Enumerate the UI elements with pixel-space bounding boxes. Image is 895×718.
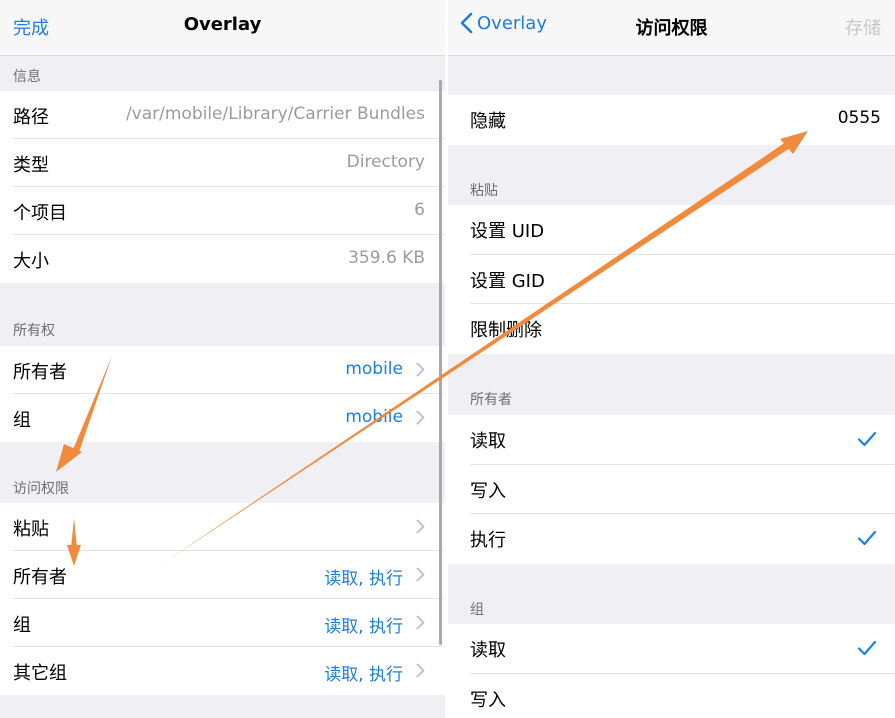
row-label: 读取 xyxy=(470,431,506,452)
section-header-group: 组 xyxy=(470,602,484,618)
row-label: 执行 xyxy=(470,530,506,551)
info-row-path: 路径 /var/mobile/Library/Carrier Bundles xyxy=(0,91,445,139)
page-title: 访问权限 xyxy=(635,18,708,39)
owner-row[interactable]: 所有者 mobile xyxy=(0,346,445,394)
row-label: 粘贴 xyxy=(13,519,49,540)
row-label: 写入 xyxy=(470,480,506,502)
row-label: 类型 xyxy=(13,155,49,176)
row-value: 359.6 KB xyxy=(348,248,425,268)
row-value: 6 xyxy=(414,200,425,220)
row-value: /var/mobile/Library/Carrier Bundles xyxy=(125,104,425,124)
owner-read-row[interactable]: 读取 xyxy=(448,415,895,465)
chevron-right-icon xyxy=(416,567,425,582)
group-write-row[interactable]: 写入 xyxy=(448,674,895,718)
file-info-pane: 完成 Overlay 信息 路径 /var/mobile/Library/Car… xyxy=(0,0,445,718)
hidden-group: 隐藏 0555 xyxy=(448,95,895,145)
access-group: 粘贴 所有者 读取, 执行 组 读取, 执行 其它组 读取, 执行 xyxy=(0,503,445,695)
row-label: 所有者 xyxy=(13,567,67,588)
owner-permission-group: 读取 写入 执行 xyxy=(448,415,895,564)
ownership-group: 所有者 mobile 组 mobile xyxy=(0,346,445,442)
row-label: 组 xyxy=(13,615,31,636)
chevron-right-icon xyxy=(416,615,425,630)
checkmark-icon xyxy=(857,640,877,656)
access-permissions-pane: Overlay 访问权限 存储 隐藏 0555 粘贴 设置 UID 设置 GID… xyxy=(448,0,895,718)
scrollbar[interactable] xyxy=(439,80,442,645)
checkmark-icon xyxy=(857,431,877,447)
row-value: mobile xyxy=(345,407,403,427)
setuid-row[interactable]: 设置 UID xyxy=(448,205,895,255)
access-row-owner[interactable]: 所有者 读取, 执行 xyxy=(0,551,445,599)
group-permission-group: 读取 写入 xyxy=(448,624,895,718)
group-row[interactable]: 组 mobile xyxy=(0,394,445,442)
nav-bar: 完成 Overlay xyxy=(0,0,445,56)
row-label: 读取 xyxy=(470,640,506,661)
row-label: 大小 xyxy=(13,251,49,272)
chevron-right-icon xyxy=(416,410,425,425)
section-header-sticky: 粘贴 xyxy=(470,183,498,199)
section-header-owner: 所有者 xyxy=(470,392,512,408)
permission-octal-value: 0555 xyxy=(837,108,881,128)
row-label: 个项目 xyxy=(13,203,67,224)
row-value: 读取, 执行 xyxy=(324,569,403,589)
owner-write-row[interactable]: 写入 xyxy=(448,465,895,515)
row-label: 设置 GID xyxy=(470,270,545,292)
row-label: 隐藏 xyxy=(470,111,506,132)
row-value: 读取, 执行 xyxy=(324,665,403,685)
chevron-right-icon xyxy=(416,663,425,678)
group-read-row[interactable]: 读取 xyxy=(448,624,895,674)
row-label: 写入 xyxy=(470,689,506,711)
save-button[interactable]: 存储 xyxy=(845,14,881,40)
section-header-ownership: 所有权 xyxy=(13,323,55,339)
chevron-right-icon xyxy=(416,519,425,534)
page-title: Overlay xyxy=(183,14,262,35)
row-label: 所有者 xyxy=(13,362,67,383)
row-label: 其它组 xyxy=(13,663,67,684)
access-row-sticky[interactable]: 粘贴 xyxy=(0,503,445,551)
row-label: 路径 xyxy=(13,107,49,128)
setgid-row[interactable]: 设置 GID xyxy=(448,255,895,305)
row-label: 组 xyxy=(13,410,31,431)
nav-bar: Overlay 访问权限 存储 xyxy=(448,0,895,56)
section-header-info: 信息 xyxy=(13,69,41,85)
hidden-row: 隐藏 0555 xyxy=(448,95,895,145)
row-label: 限制删除 xyxy=(470,320,542,341)
sticky-group: 设置 UID 设置 GID 限制删除 xyxy=(448,205,895,354)
section-header-access: 访问权限 xyxy=(13,481,69,497)
access-row-others[interactable]: 其它组 读取, 执行 xyxy=(0,647,445,695)
row-value: mobile xyxy=(345,359,403,379)
row-label: 设置 UID xyxy=(470,221,545,242)
info-row-type: 类型 Directory xyxy=(0,139,445,187)
info-group: 路径 /var/mobile/Library/Carrier Bundles 类… xyxy=(0,91,445,283)
row-value: Directory xyxy=(346,152,425,172)
info-row-size: 大小 359.6 KB xyxy=(0,235,445,283)
checkmark-icon xyxy=(857,530,877,546)
access-row-group[interactable]: 组 读取, 执行 xyxy=(0,599,445,647)
row-value: 读取, 执行 xyxy=(324,617,403,637)
restricted-delete-row[interactable]: 限制删除 xyxy=(448,304,895,354)
owner-execute-row[interactable]: 执行 xyxy=(448,514,895,564)
chevron-right-icon xyxy=(416,362,425,377)
info-row-items: 个项目 6 xyxy=(0,187,445,235)
